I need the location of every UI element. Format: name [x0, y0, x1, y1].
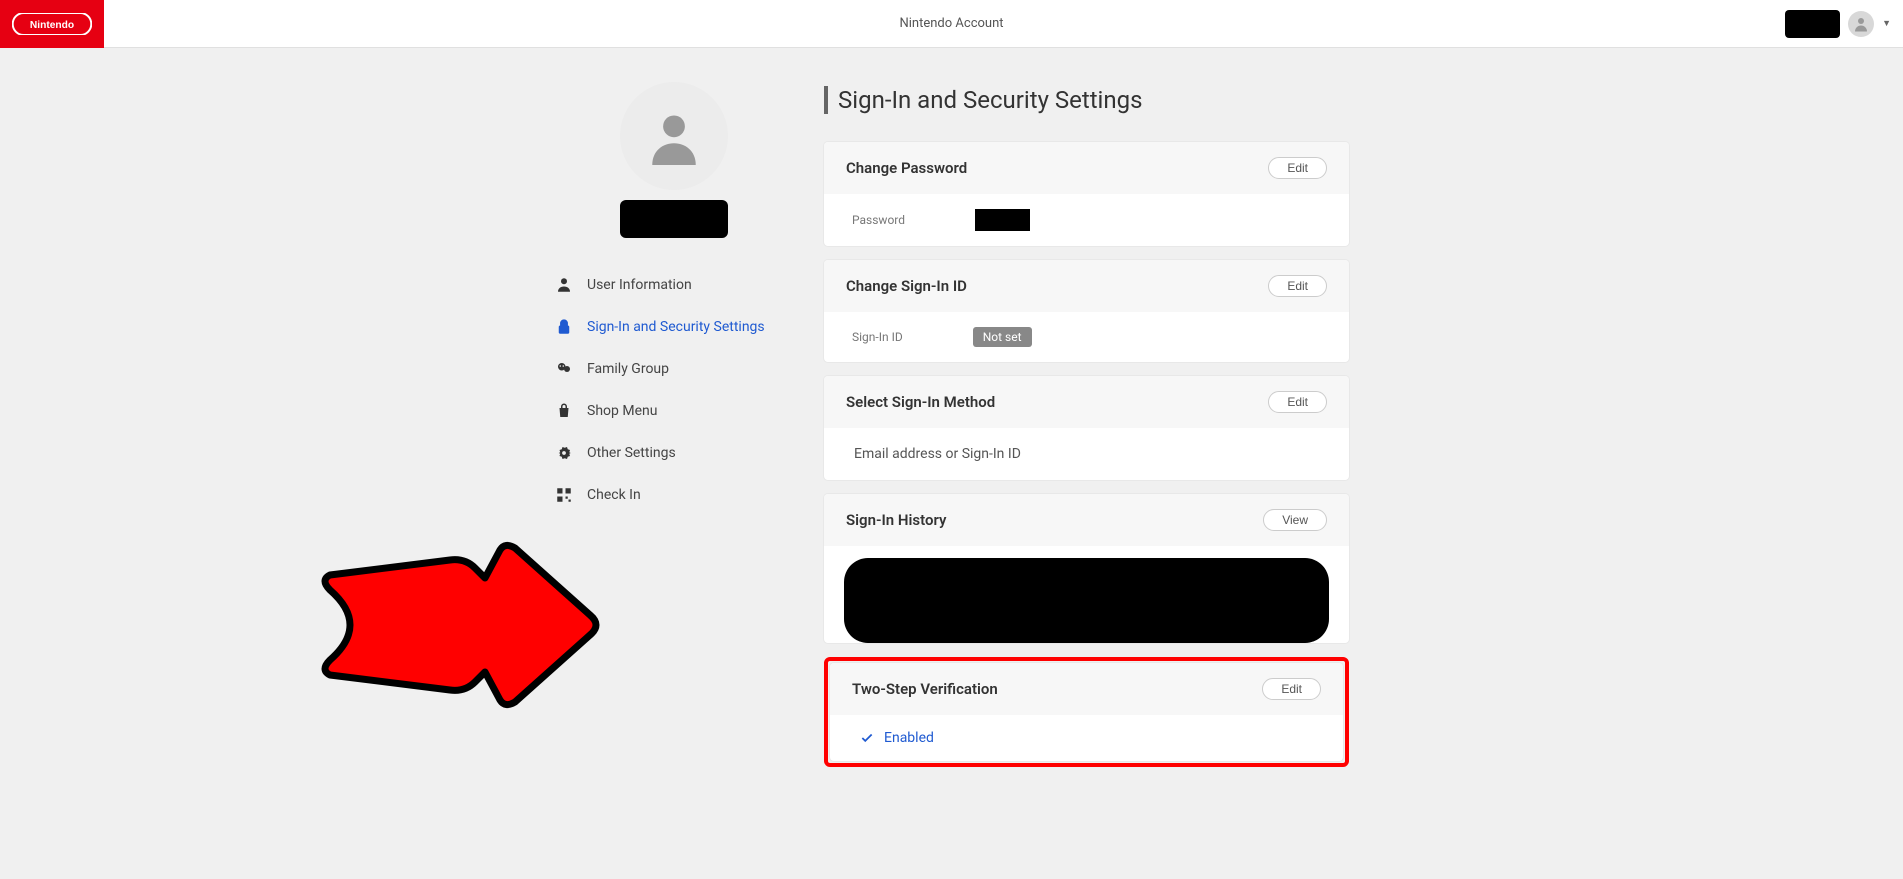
two-step-highlight: Two-Step Verification Edit Enabled — [824, 657, 1349, 767]
not-set-badge: Not set — [973, 327, 1032, 347]
two-step-status-label: Enabled — [884, 730, 934, 746]
username-redacted — [620, 200, 728, 238]
card-title: Change Password — [846, 159, 967, 177]
card-title: Change Sign-In ID — [846, 277, 967, 295]
sidebar-item-user-info[interactable]: User Information — [554, 264, 794, 306]
check-icon — [860, 731, 874, 745]
sidebar-item-other[interactable]: Other Settings — [554, 432, 794, 474]
page-title-wrap: Sign-In and Security Settings — [824, 86, 1349, 114]
edit-two-step-button[interactable]: Edit — [1262, 678, 1321, 700]
sidebar-item-shop[interactable]: Shop Menu — [554, 390, 794, 432]
qr-icon — [554, 485, 574, 505]
sidebar-item-label: Check In — [587, 487, 641, 503]
signin-id-label: Sign-In ID — [852, 330, 903, 344]
page-title: Sign-In and Security Settings — [838, 86, 1143, 114]
user-icon — [554, 275, 574, 295]
edit-password-button[interactable]: Edit — [1268, 157, 1327, 179]
app-title: Nintendo Account — [899, 16, 1003, 31]
edit-signin-id-button[interactable]: Edit — [1268, 275, 1327, 297]
card-change-password: Change Password Edit Password — [824, 142, 1349, 246]
gear-icon — [554, 443, 574, 463]
profile-avatar — [620, 82, 728, 190]
edit-signin-method-button[interactable]: Edit — [1268, 391, 1327, 413]
card-title: Sign-In History — [846, 511, 946, 529]
sidebar-item-security[interactable]: Sign-In and Security Settings — [554, 306, 794, 348]
sidebar-item-family[interactable]: Family Group — [554, 348, 794, 390]
lock-icon — [554, 317, 574, 337]
view-history-button[interactable]: View — [1263, 509, 1327, 531]
main-content: Sign-In and Security Settings Change Pas… — [824, 86, 1349, 767]
history-redacted — [844, 558, 1329, 643]
svg-text:Nintendo: Nintendo — [30, 19, 74, 30]
app-header: Nintendo Nintendo Account ▼ — [0, 0, 1903, 48]
card-two-step: Two-Step Verification Edit Enabled — [830, 663, 1343, 761]
sidebar-item-checkin[interactable]: Check In — [554, 474, 794, 516]
signin-method-value: Email address or Sign-In ID — [824, 428, 1349, 480]
sidebar-item-label: User Information — [587, 277, 692, 293]
sidebar-item-label: Other Settings — [587, 445, 676, 461]
sidebar-item-label: Shop Menu — [587, 403, 657, 419]
card-signin-method: Select Sign-In Method Edit Email address… — [824, 376, 1349, 480]
password-redacted — [975, 209, 1030, 231]
chevron-down-icon[interactable]: ▼ — [1882, 18, 1891, 29]
password-label: Password — [852, 213, 905, 227]
card-change-signin-id: Change Sign-In ID Edit Sign-In ID Not se… — [824, 260, 1349, 362]
family-icon — [554, 359, 574, 379]
card-title: Two-Step Verification — [852, 680, 998, 698]
sidebar-item-label: Family Group — [587, 361, 669, 377]
header-right: ▼ — [1785, 10, 1891, 38]
sidebar: User Information Sign-In and Security Se… — [554, 82, 794, 767]
two-step-status: Enabled — [830, 715, 1343, 761]
header-user-redacted — [1785, 10, 1840, 38]
nintendo-logo[interactable]: Nintendo — [0, 0, 104, 48]
card-signin-history: Sign-In History View — [824, 494, 1349, 643]
sidebar-item-label: Sign-In and Security Settings — [587, 319, 765, 335]
header-avatar[interactable] — [1848, 11, 1874, 37]
card-title: Select Sign-In Method — [846, 393, 995, 411]
shop-icon — [554, 401, 574, 421]
title-accent — [824, 86, 828, 114]
